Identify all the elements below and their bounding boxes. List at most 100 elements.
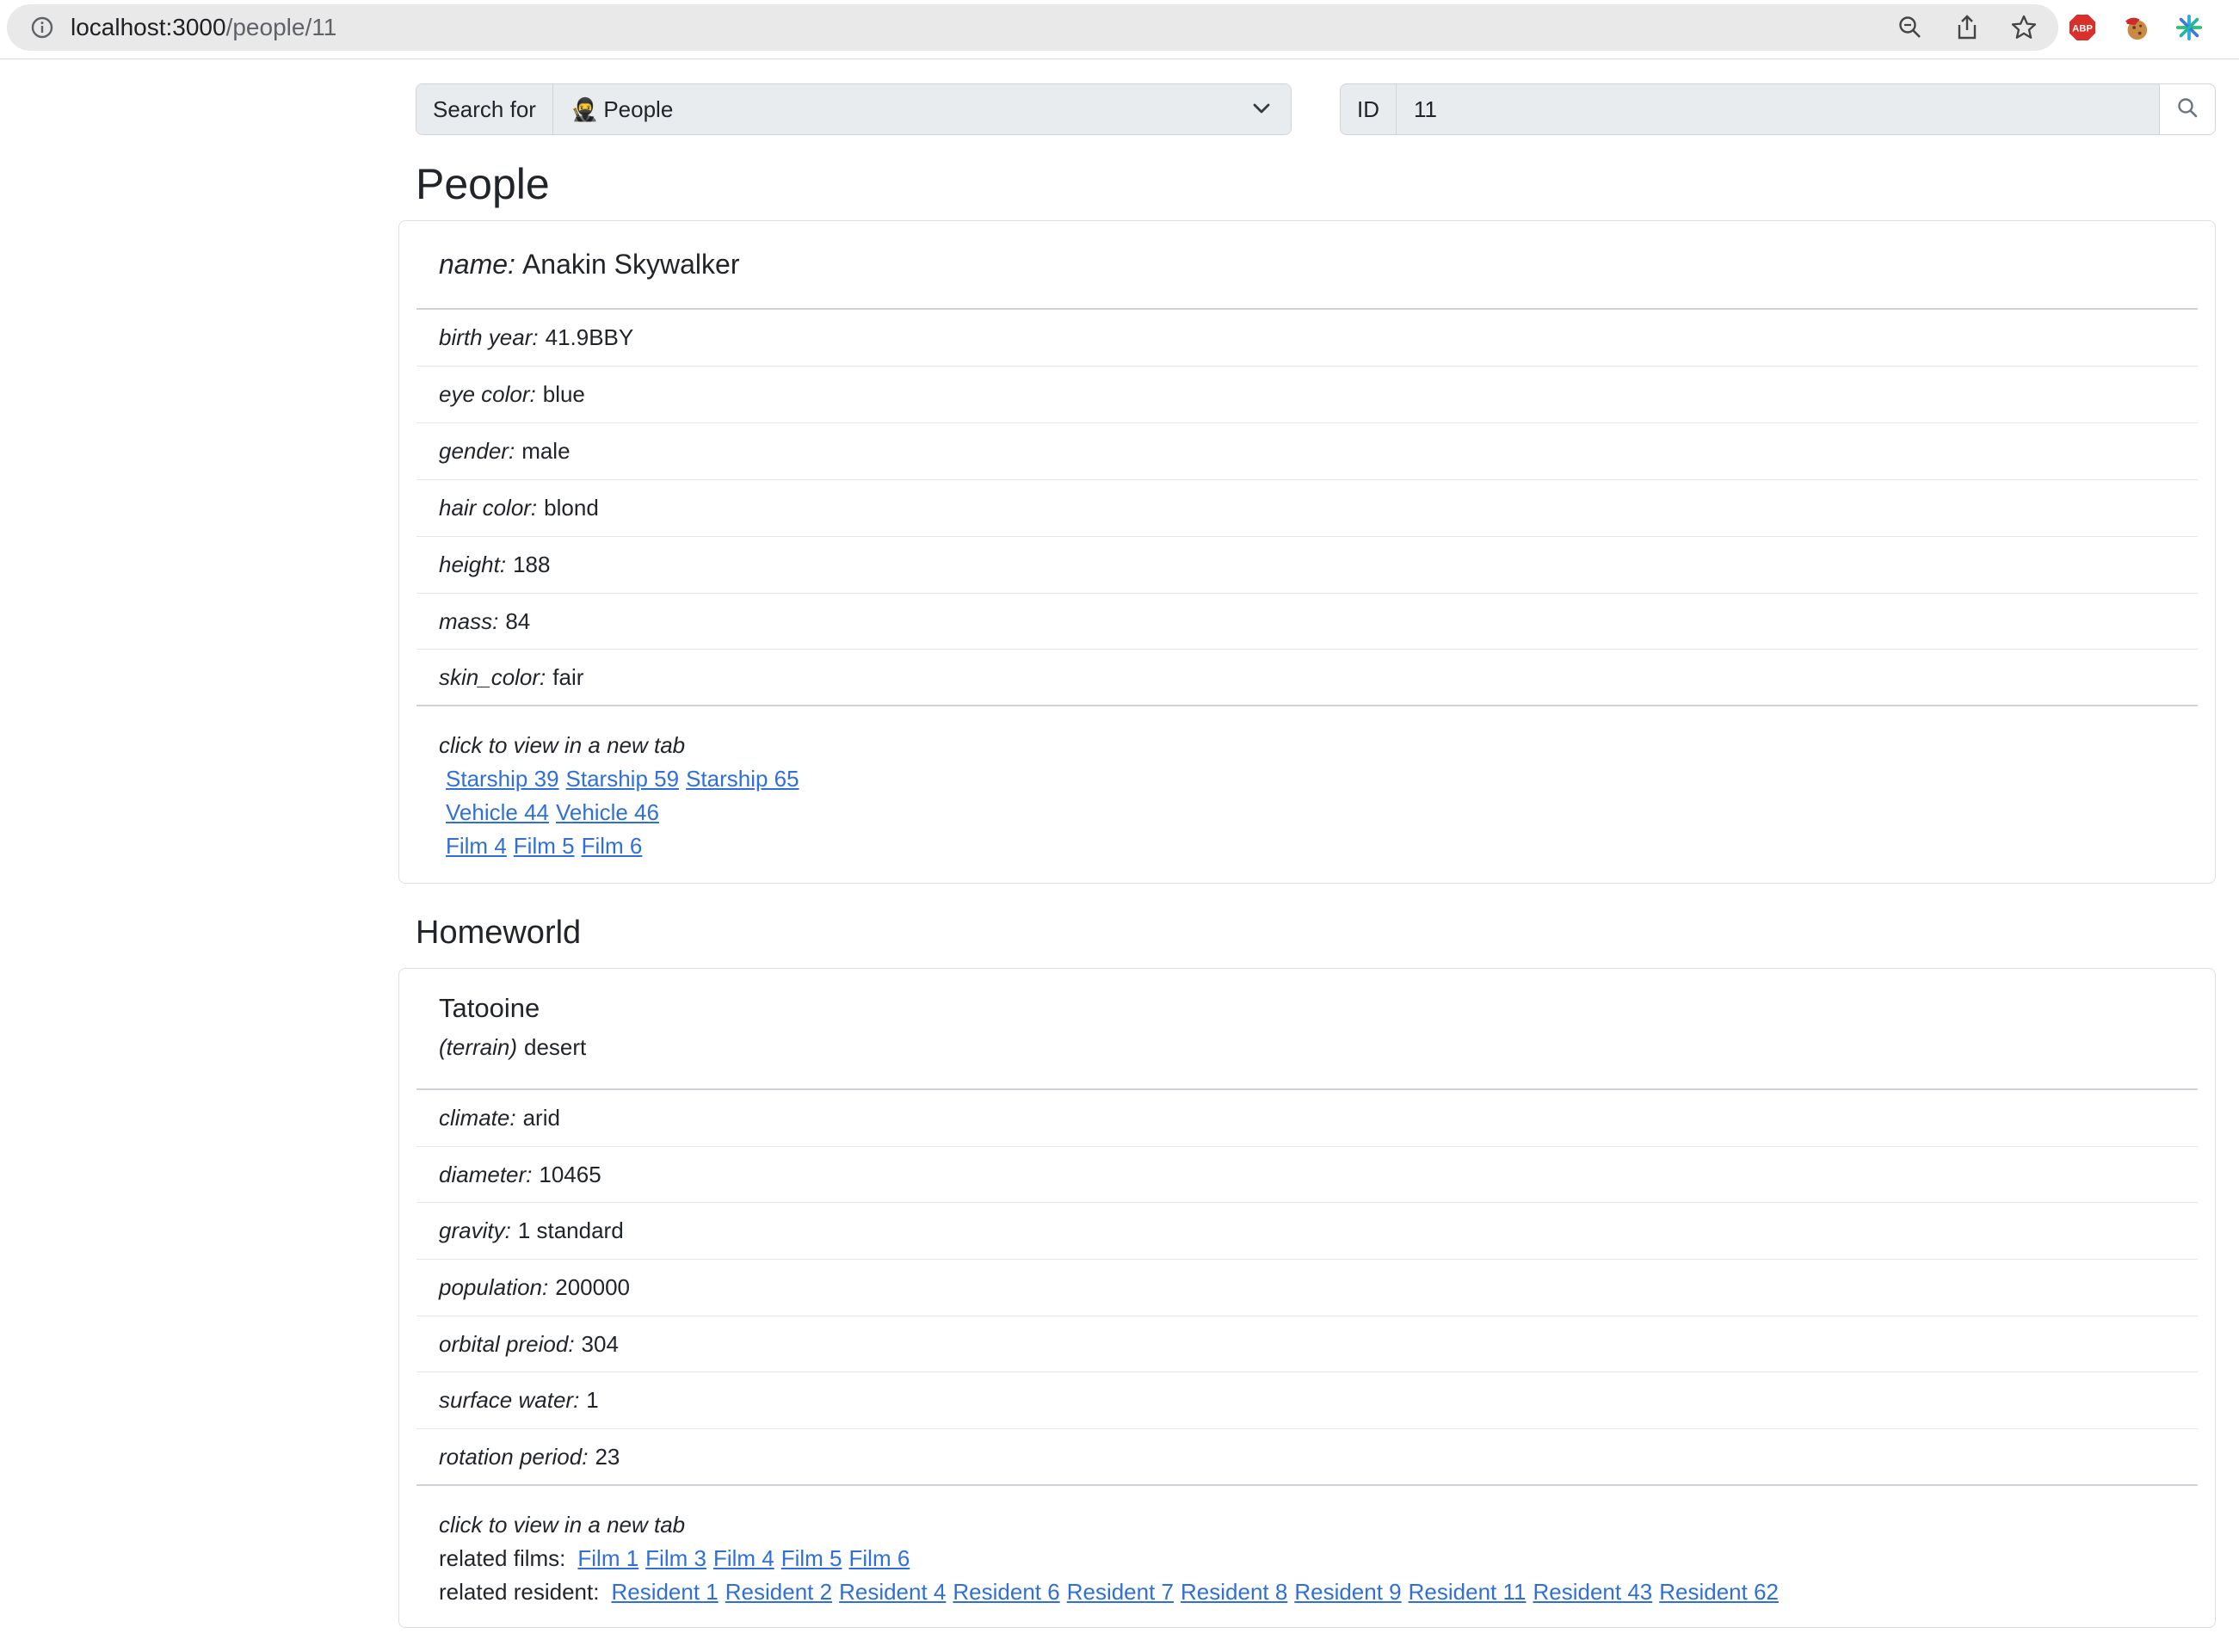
starship-link[interactable]: Starship 39 [446, 766, 559, 792]
share-icon[interactable] [1953, 14, 1981, 41]
search-for-label: Search for [416, 84, 553, 134]
search-button[interactable] [2159, 84, 2215, 134]
film-link[interactable]: Film 6 [849, 1545, 910, 1572]
category-select[interactable]: 🥷 People [552, 84, 1291, 134]
field-label: birth year: [439, 324, 539, 350]
browser-toolbar: localhost:3000/people/11 ABP [0, 0, 2239, 59]
field-value: male [521, 438, 571, 464]
field-height: height: 188 [416, 537, 2198, 594]
main-content: Search for 🥷 People ID 11 People name: A… [398, 83, 2216, 1628]
field-value: 84 [505, 607, 531, 634]
field-value: blue [542, 381, 585, 407]
field-value: 1 [586, 1387, 599, 1413]
field-value: fair [552, 663, 584, 690]
zoom-icon[interactable] [1897, 14, 1924, 41]
starship-link[interactable]: Starship 65 [686, 766, 799, 792]
resident-link[interactable]: Resident 1 [611, 1579, 718, 1606]
field-rotation-period: rotation period: 23 [416, 1429, 2198, 1486]
resident-link[interactable]: Resident 8 [1181, 1579, 1287, 1606]
info-icon[interactable] [29, 15, 55, 40]
category-select-group: Search for 🥷 People [416, 83, 1292, 135]
resident-link[interactable]: Resident 9 [1294, 1579, 1401, 1606]
field-birth-year: birth year: 41.9BBY [416, 310, 2198, 367]
chevron-down-icon [1251, 98, 1272, 125]
film-link[interactable]: Film 4 [446, 833, 507, 860]
resident-link[interactable]: Resident 11 [1409, 1579, 1527, 1606]
vehicle-link[interactable]: Vehicle 46 [556, 799, 659, 826]
field-mass: mass: 84 [416, 594, 2198, 650]
film-link[interactable]: Film 5 [514, 833, 575, 860]
related-resident-label: related resident: [439, 1579, 600, 1605]
field-label: skin_color: [439, 663, 546, 690]
field-value: 23 [595, 1443, 620, 1470]
planet-header: Tatooine (terrain) desert [416, 969, 2198, 1090]
planet-terrain: (terrain) desert [439, 1034, 2198, 1061]
terrain-value: desert [524, 1034, 587, 1060]
field-climate: climate: arid [416, 1090, 2198, 1147]
cookie-icon[interactable] [2122, 14, 2150, 41]
field-value: 304 [581, 1330, 619, 1357]
film-link[interactable]: Film 4 [713, 1545, 774, 1572]
svg-text:ABP: ABP [2072, 24, 2093, 34]
starship-link[interactable]: Starship 59 [566, 766, 680, 792]
star-icon[interactable] [2010, 14, 2038, 41]
field-population: population: 200000 [416, 1260, 2198, 1316]
field-label: orbital preiod: [439, 1330, 575, 1357]
sparkle-icon[interactable] [2175, 14, 2203, 41]
field-label: height: [439, 552, 507, 577]
film-link[interactable]: Film 6 [582, 833, 643, 860]
resident-link[interactable]: Resident 6 [953, 1579, 1059, 1606]
name-label: name: [439, 249, 515, 280]
field-skin-color: skin_color: fair [416, 650, 2198, 706]
field-orbital-period: orbital preiod: 304 [416, 1316, 2198, 1372]
film-link[interactable]: Film 3 [645, 1545, 706, 1572]
id-label: ID [1341, 84, 1397, 134]
url-text[interactable]: localhost:3000/people/11 [71, 14, 336, 41]
vehicle-links: Vehicle 44 Vehicle 46 [439, 796, 2198, 829]
field-label: hair color: [439, 495, 538, 521]
address-bar[interactable]: localhost:3000/people/11 [7, 4, 2058, 51]
related-residents: related resident: Resident 1 Resident 2 … [439, 1575, 2198, 1609]
resident-link[interactable]: Resident 62 [1659, 1579, 1779, 1606]
film-link[interactable]: Film 1 [577, 1545, 638, 1572]
resident-link[interactable]: Resident 7 [1067, 1579, 1174, 1606]
search-bar: Search for 🥷 People ID 11 [416, 83, 2216, 135]
id-input[interactable]: 11 [1397, 84, 2159, 134]
field-diameter: diameter: 10465 [416, 1147, 2198, 1203]
category-emoji: 🥷 [570, 96, 599, 122]
field-gender: gender: male [416, 423, 2198, 480]
vehicle-link[interactable]: Vehicle 44 [446, 799, 549, 826]
planet-name: Tatooine [439, 993, 540, 1023]
resident-link[interactable]: Resident 2 [725, 1579, 832, 1606]
field-label: population: [439, 1274, 549, 1300]
field-value: arid [522, 1105, 560, 1131]
id-input-group: ID 11 [1340, 83, 2216, 135]
field-value: 10465 [539, 1161, 601, 1187]
person-name-row: name: Anakin Skywalker [416, 221, 2198, 310]
person-card: name: Anakin Skywalker birth year: 41.9BB… [398, 220, 2216, 884]
adblock-icon[interactable]: ABP [2069, 14, 2096, 41]
field-label: surface water: [439, 1387, 580, 1413]
search-icon [2176, 96, 2199, 123]
related-films: related films: Film 1 Film 3 Film 4 Film… [439, 1542, 2198, 1575]
resident-link[interactable]: Resident 4 [839, 1579, 946, 1606]
related-films-label: related films: [439, 1545, 566, 1571]
field-hair-color: hair color: blond [416, 480, 2198, 537]
people-heading: People [416, 160, 550, 208]
field-value: 1 standard [517, 1217, 624, 1243]
field-surface-water: surface water: 1 [416, 1372, 2198, 1429]
resident-link[interactable]: Resident 43 [1533, 1579, 1652, 1606]
terrain-label: (terrain) [439, 1034, 518, 1060]
film-links: Film 4 Film 5 Film 6 [439, 829, 2198, 863]
field-value: blond [544, 495, 599, 521]
field-label: eye color: [439, 381, 536, 407]
person-links: click to view in a new tab Starship 39 S… [416, 706, 2198, 863]
category-selected-value: People [603, 96, 674, 122]
field-label: climate: [439, 1105, 516, 1131]
person-name: Anakin Skywalker [521, 249, 740, 280]
field-label: rotation period: [439, 1443, 589, 1470]
film-link[interactable]: Film 5 [781, 1545, 842, 1572]
homeworld-heading: Homeworld [416, 915, 582, 951]
field-value: 188 [513, 552, 551, 577]
field-value: 200000 [555, 1274, 630, 1300]
